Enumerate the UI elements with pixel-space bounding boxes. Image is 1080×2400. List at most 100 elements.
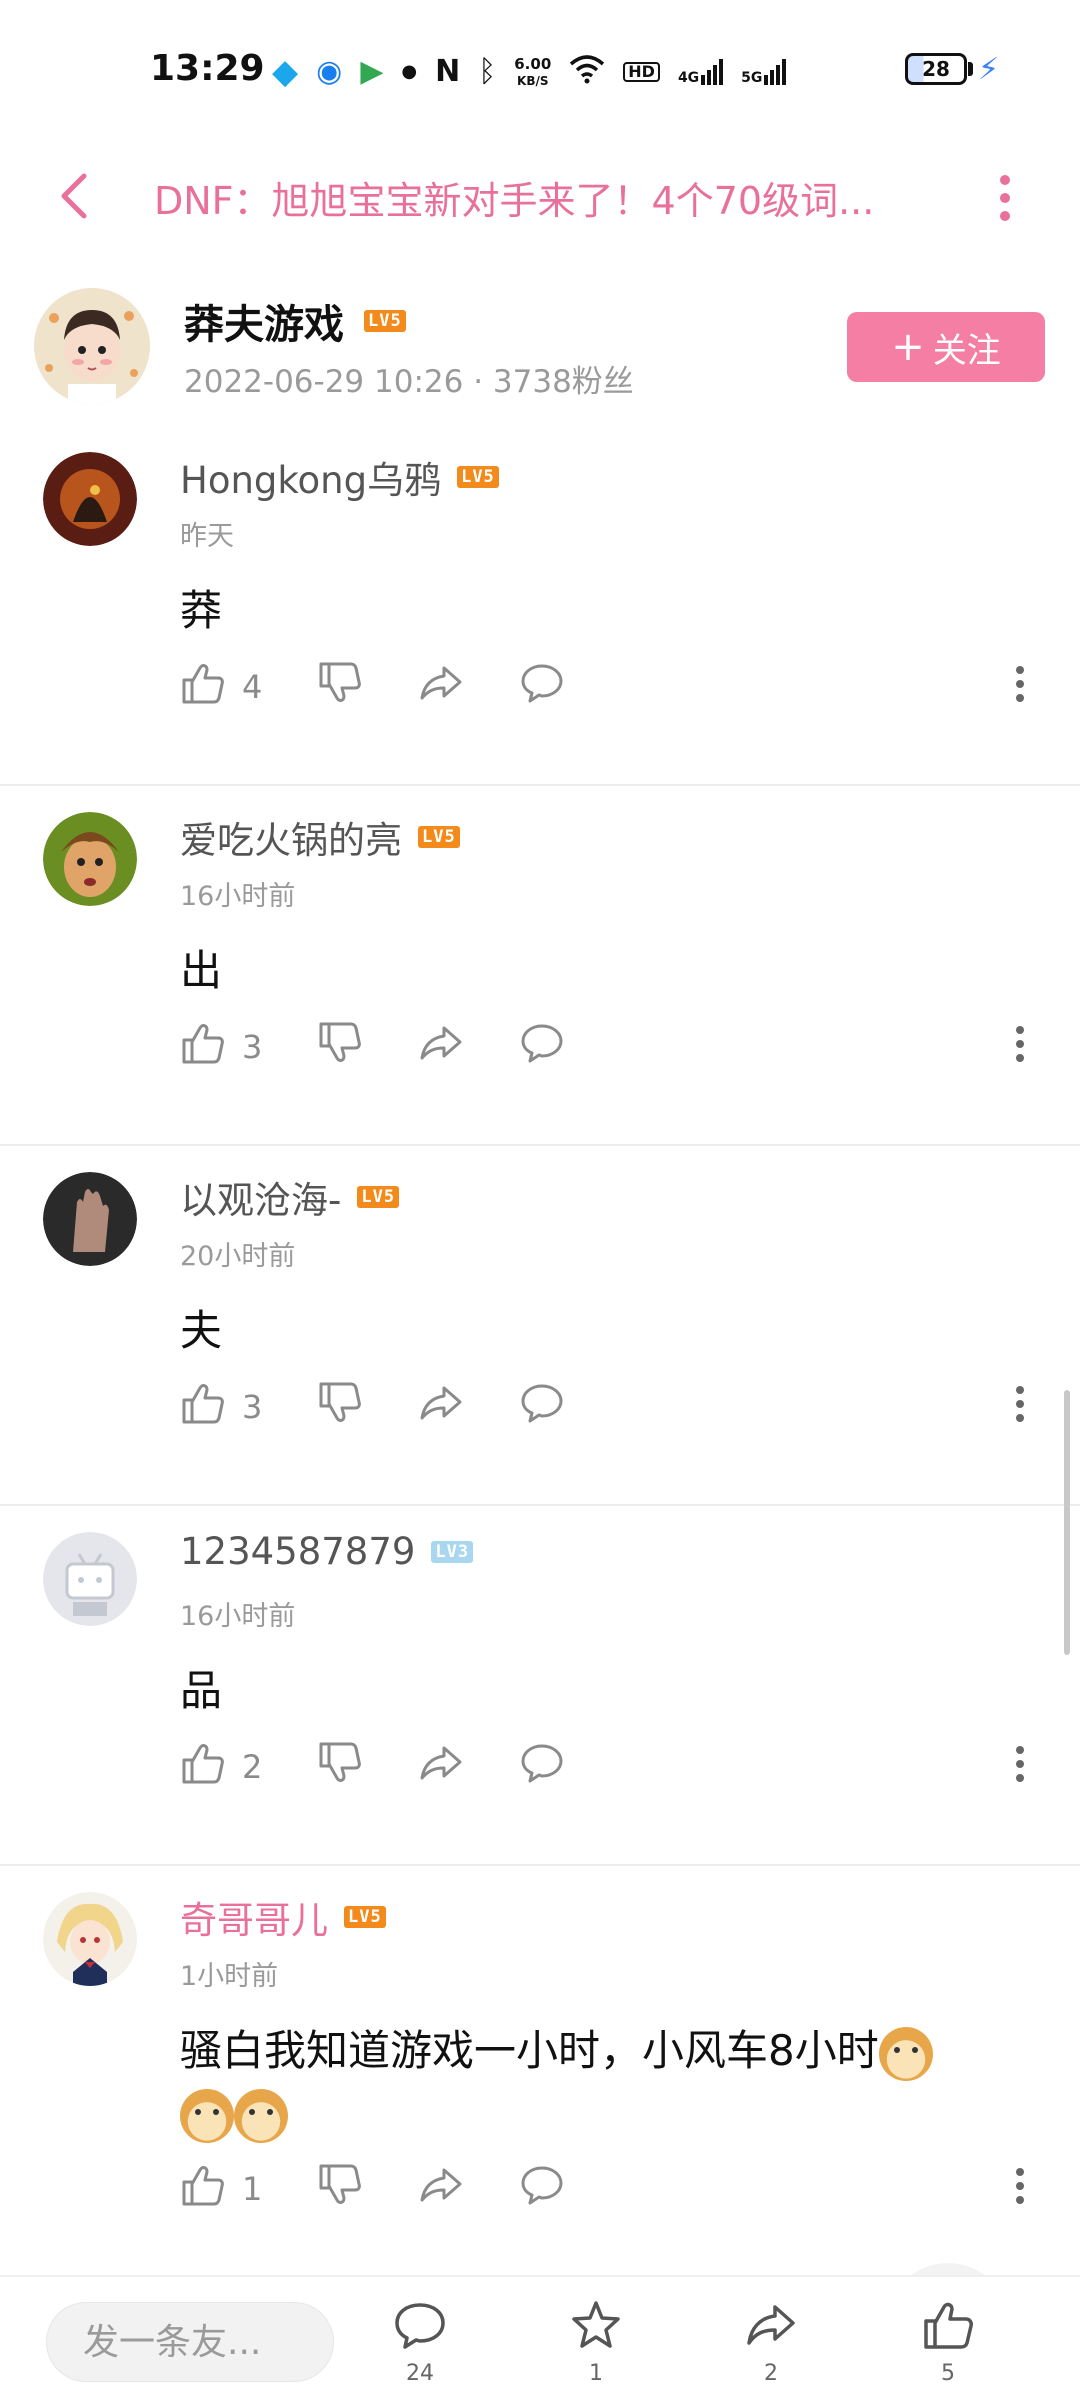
scrollbar[interactable] bbox=[1064, 1390, 1070, 1655]
commenter-name-row: 以观沧海- LV5 bbox=[180, 1170, 400, 1224]
dislike-button[interactable] bbox=[317, 1740, 363, 1794]
charging-icon: ⚡ bbox=[978, 52, 1000, 87]
like-button[interactable]: 5 bbox=[903, 2297, 993, 2386]
thumbs-down-icon bbox=[317, 660, 363, 714]
thumbs-down-icon bbox=[317, 1740, 363, 1794]
share-icon bbox=[418, 1740, 464, 1794]
net-speed: 6.00 KB/S bbox=[514, 56, 551, 89]
level-badge: LV3 bbox=[431, 1540, 474, 1563]
share-button[interactable] bbox=[418, 2162, 464, 2216]
comment-text: 品 bbox=[180, 1660, 1030, 1722]
reply-button[interactable] bbox=[519, 2162, 565, 2216]
thumbs-up-icon bbox=[180, 2162, 226, 2216]
commenter-avatar[interactable] bbox=[43, 812, 137, 906]
comment-more-icon[interactable] bbox=[1005, 2158, 1035, 2214]
reply-button[interactable] bbox=[519, 660, 565, 714]
more-options-icon[interactable] bbox=[985, 170, 1025, 226]
follow-button[interactable]: + 关注 bbox=[847, 312, 1045, 382]
favorite-count: 1 bbox=[589, 2361, 603, 2386]
reply-button[interactable] bbox=[519, 1380, 565, 1434]
thumbs-down-icon bbox=[317, 2162, 363, 2216]
share-icon bbox=[418, 660, 464, 714]
reply-input[interactable]: 发一条友... bbox=[46, 2302, 334, 2382]
comment-actions: 4 bbox=[180, 660, 620, 714]
like-count: 3 bbox=[242, 1388, 263, 1426]
qq-icon: ◆ bbox=[272, 52, 299, 92]
net-speed-unit: KB/S bbox=[517, 73, 549, 88]
comment-icon bbox=[519, 1380, 565, 1434]
comment-icon bbox=[395, 2303, 445, 2349]
like-count: 1 bbox=[242, 2170, 263, 2208]
level-badge: LV5 bbox=[364, 310, 406, 332]
comment-more-icon[interactable] bbox=[1005, 1016, 1035, 1072]
reply-button[interactable] bbox=[519, 1020, 565, 1074]
comment-divider bbox=[0, 1864, 1080, 1866]
thumbs-up-icon bbox=[180, 1020, 226, 1074]
like-button[interactable]: 3 bbox=[180, 1020, 262, 1074]
signal-5g-label: 5G bbox=[741, 70, 763, 86]
comment-text: 骚白我知道游戏一小时，小风车8小时 bbox=[180, 2020, 1030, 2144]
commenter-avatar[interactable] bbox=[43, 1532, 137, 1626]
like-button[interactable]: 3 bbox=[180, 1380, 262, 1434]
dislike-button[interactable] bbox=[317, 1020, 363, 1074]
commenter-name[interactable]: 1234587879 bbox=[180, 1530, 415, 1573]
share-button[interactable]: 2 bbox=[726, 2297, 816, 2386]
comment-text-content: 品 bbox=[180, 1666, 223, 1715]
like-button[interactable]: 1 bbox=[180, 2162, 262, 2216]
bluetooth-icon: ᛒ bbox=[478, 54, 497, 89]
commenter-name[interactable]: 奇哥哥儿 bbox=[180, 1890, 328, 1944]
net-speed-value: 6.00 bbox=[514, 54, 552, 73]
comment-text: 出 bbox=[180, 940, 1030, 1002]
comment-actions: 3 bbox=[180, 1380, 620, 1434]
bottom-bar: 发一条友... 24 1 2 5 bbox=[0, 2275, 1080, 2400]
status-bar: 13:29 ◆ ◉ ▶ ● N ᛒ 6.00 KB/S HD 4G 5G 28 … bbox=[0, 0, 1080, 140]
thumbs-up-icon bbox=[924, 2302, 973, 2349]
comment-text: 夫 bbox=[180, 1300, 1030, 1362]
comment-more-icon[interactable] bbox=[1005, 1736, 1035, 1792]
thumbs-up-icon bbox=[180, 1380, 226, 1434]
signal-4g-icon: 4G bbox=[678, 59, 724, 85]
comment-time: 昨天 bbox=[180, 521, 234, 552]
status-time: 13:29 bbox=[150, 48, 265, 89]
favorite-button[interactable]: 1 bbox=[551, 2297, 641, 2386]
commenter-avatar[interactable] bbox=[43, 1892, 137, 1986]
page-title: DNF：旭旭宝宝新对手来了！4个70级词... bbox=[154, 179, 875, 223]
like-button[interactable]: 4 bbox=[180, 660, 262, 714]
dislike-button[interactable] bbox=[317, 1380, 363, 1434]
comment-divider bbox=[0, 1504, 1080, 1506]
doge-emoji-icon bbox=[878, 2026, 933, 2081]
comment-text-content: 骚白我知道游戏一小时，小风车8小时 bbox=[180, 2026, 879, 2075]
commenter-avatar[interactable] bbox=[43, 452, 137, 546]
comment-button[interactable]: 24 bbox=[375, 2297, 465, 2386]
author-avatar[interactable] bbox=[34, 288, 150, 404]
video-app-icon: ▶ bbox=[360, 54, 384, 89]
thumbs-down-icon bbox=[317, 1380, 363, 1434]
share-button[interactable] bbox=[418, 1740, 464, 1794]
commenter-name[interactable]: 以观沧海- bbox=[180, 1170, 341, 1224]
reply-button[interactable] bbox=[519, 1740, 565, 1794]
comment-more-icon[interactable] bbox=[1005, 1376, 1035, 1432]
share-button[interactable] bbox=[418, 660, 464, 714]
share-button[interactable] bbox=[418, 1380, 464, 1434]
comment-divider bbox=[0, 1144, 1080, 1146]
dislike-button[interactable] bbox=[317, 660, 363, 714]
dot-icon: ● bbox=[401, 61, 418, 82]
dislike-button[interactable] bbox=[317, 2162, 363, 2216]
commenter-name[interactable]: 爱吃火锅的亮 bbox=[180, 810, 402, 864]
comment-time: 1小时前 bbox=[180, 1961, 279, 1992]
battery-cap bbox=[968, 62, 973, 76]
share-icon bbox=[418, 2162, 464, 2216]
comment-more-icon[interactable] bbox=[1005, 656, 1035, 712]
comment-time: 16小时前 bbox=[180, 1601, 296, 1632]
share-icon bbox=[747, 2305, 795, 2345]
like-button[interactable]: 2 bbox=[180, 1740, 262, 1794]
author-name[interactable]: 莽夫游戏 bbox=[184, 292, 344, 350]
back-icon[interactable] bbox=[52, 168, 96, 224]
level-badge: LV5 bbox=[357, 1186, 400, 1208]
commenter-name-row: 1234587879 LV3 bbox=[180, 1530, 474, 1573]
like-count: 3 bbox=[242, 1028, 263, 1066]
commenter-name[interactable]: Hongkong乌鸦 bbox=[180, 450, 441, 504]
commenter-avatar[interactable] bbox=[43, 1172, 137, 1266]
share-button[interactable] bbox=[418, 1020, 464, 1074]
battery-icon: 28 bbox=[905, 53, 967, 85]
